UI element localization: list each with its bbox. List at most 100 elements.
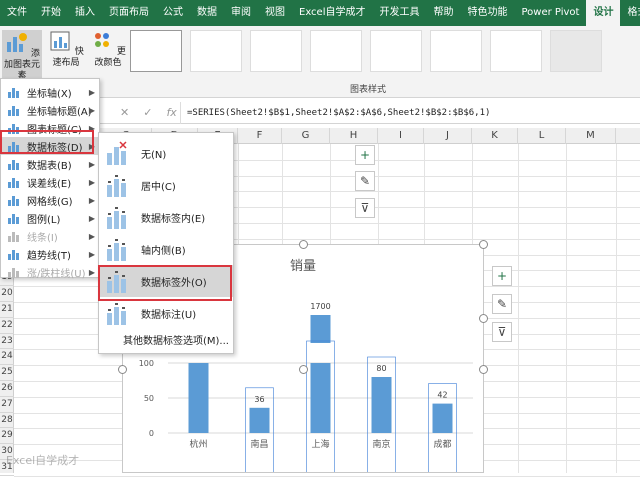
tab-1[interactable]: 开始 (34, 0, 68, 26)
column-header-M[interactable]: M (566, 128, 616, 144)
row-header-28[interactable]: 28 (0, 413, 14, 429)
more-data-label-options[interactable]: 其他数据标签选项(M)... (99, 329, 233, 349)
resize-handle[interactable] (118, 365, 127, 374)
tab-4[interactable]: 公式 (156, 0, 190, 26)
menu-item-9[interactable]: 趋势线(T) ▶ (1, 245, 101, 263)
menu-item-5[interactable]: 误差线(E) ▶ (1, 173, 101, 191)
menu-item-8[interactable]: 线条(I) ▶ (1, 227, 101, 245)
column-header-K[interactable]: K (472, 128, 518, 144)
chart-style-3[interactable] (250, 30, 302, 72)
tab-0[interactable]: 文件 (0, 0, 34, 26)
palette-icon (95, 33, 110, 47)
quick-layout-button[interactable]: 快速布局 (46, 30, 86, 69)
bar[interactable] (249, 407, 270, 433)
y-tick-label: 100 (139, 359, 154, 368)
resize-handle[interactable] (299, 365, 308, 374)
column-header-F[interactable]: F (238, 128, 282, 144)
column-header-I[interactable]: I (378, 128, 424, 144)
cancel-icon[interactable]: ✕ (120, 106, 129, 119)
data-label-option-3[interactable]: 轴内侧(B) (99, 233, 233, 265)
resize-handle[interactable] (299, 240, 308, 249)
bar[interactable] (188, 363, 209, 433)
tab-14[interactable]: 格式 (620, 0, 640, 26)
chart-elements-plus-icon[interactable]: + (492, 266, 512, 286)
tab-13[interactable]: 设计 (586, 0, 621, 26)
tab-8[interactable]: Excel自学成才 (292, 0, 373, 26)
row-header-25[interactable]: 25 (0, 365, 14, 381)
chart-style-6[interactable] (430, 30, 482, 72)
category-label: 杭州 (189, 438, 207, 450)
float-brush-icon[interactable]: ✎ (355, 171, 375, 191)
add-chart-element-button[interactable]: 添加图表元素 (2, 30, 42, 81)
formula-input[interactable]: =SERIES(Sheet2!$B$1,Sheet2!$A$2:$A$6,She… (180, 101, 490, 124)
column-gridline (566, 144, 567, 473)
chart-style-2[interactable] (190, 30, 242, 72)
resize-handle[interactable] (479, 314, 488, 323)
submenu-arrow-icon: ▶ (88, 159, 95, 169)
row-header-24[interactable]: 24 (0, 349, 14, 366)
chart-element-icon (7, 158, 21, 170)
data-label[interactable]: 36 (254, 395, 264, 404)
tab-11[interactable]: 特色功能 (461, 0, 515, 26)
tab-6[interactable]: 审阅 (224, 0, 258, 26)
data-label[interactable]: 42 (437, 391, 447, 400)
chart-style-7[interactable] (490, 30, 542, 72)
data-label[interactable]: 80 (376, 364, 386, 373)
bar[interactable] (310, 363, 331, 433)
resize-handle[interactable] (479, 240, 488, 249)
chart-style-4[interactable] (310, 30, 362, 72)
submenu-arrow-icon: ▶ (88, 87, 95, 97)
row-header-22[interactable]: 22 (0, 318, 14, 334)
confirm-icon[interactable]: ✓ (143, 106, 152, 119)
tab-12[interactable]: Power Pivot (515, 0, 587, 26)
menu-item-10[interactable]: 涨/跌柱线(U) ▶ (1, 263, 101, 281)
column-header-H[interactable]: H (330, 128, 378, 144)
fx-icon[interactable]: fx (166, 106, 176, 119)
data-label-option-icon (105, 237, 129, 261)
row-header-29[interactable]: 29 (0, 428, 14, 445)
tab-3[interactable]: 页面布局 (102, 0, 156, 26)
tab-7[interactable]: 视图 (258, 0, 292, 26)
chart-filter-icon[interactable]: ⊽ (492, 322, 512, 342)
bar[interactable] (432, 403, 453, 433)
data-label-option-1[interactable]: 居中(C) (99, 169, 233, 201)
float-filter-icon[interactable]: ⊽ (355, 198, 375, 218)
menu-item-label: 线条(I) (27, 232, 58, 244)
data-label-option-icon (105, 141, 129, 165)
menu-item-4[interactable]: 数据表(B) ▶ (1, 155, 101, 173)
menu-item-7[interactable]: 图例(L) ▶ (1, 209, 101, 227)
row-header-27[interactable]: 27 (0, 397, 14, 413)
chart-style-5[interactable] (370, 30, 422, 72)
ribbon-tabs: 文件 开始 插入 页面布局 公式 数据 审阅 视图 Excel自学成才 开发工具 帮助 特色功能 Pow… (0, 0, 640, 26)
tab-2[interactable]: 插入 (68, 0, 102, 26)
column-header-G[interactable]: G (282, 128, 330, 144)
row-header-20[interactable]: 20 (0, 286, 14, 302)
tab-5[interactable]: 数据 (190, 0, 224, 26)
data-label-option-5[interactable]: 数据标注(U) (99, 297, 233, 329)
tab-10[interactable]: 帮助 (427, 0, 461, 26)
bar-segment-top[interactable] (310, 315, 331, 343)
data-label[interactable]: 1700 (310, 302, 330, 311)
data-label-option-0[interactable]: 无(N) (99, 137, 233, 169)
float-plus-icon[interactable]: + (355, 145, 375, 165)
chart-style-8[interactable] (550, 30, 602, 72)
submenu-arrow-icon: ▶ (88, 195, 95, 205)
menu-item-label: 趋势线(T) (27, 250, 71, 262)
row-header-21[interactable]: 21 (0, 302, 14, 318)
menu-item-6[interactable]: 网格线(G) ▶ (1, 191, 101, 209)
data-label-option-2[interactable]: 数据标签内(E) (99, 201, 233, 233)
chart-element-icon (7, 176, 21, 188)
chart-styles-brush-icon[interactable]: ✎ (492, 294, 512, 314)
tab-9[interactable]: 开发工具 (373, 0, 427, 26)
submenu-arrow-icon: ▶ (88, 177, 95, 187)
column-header-J[interactable]: J (424, 128, 472, 144)
row-header-26[interactable]: 26 (0, 381, 14, 397)
menu-item-0[interactable]: 坐标轴(X) ▶ (1, 83, 101, 101)
bar[interactable] (371, 377, 392, 433)
column-header-L[interactable]: L (518, 128, 566, 144)
resize-handle[interactable] (479, 365, 488, 374)
chart-style-1[interactable] (130, 30, 182, 72)
row-header-23[interactable]: 23 (0, 334, 14, 350)
menu-item-1[interactable]: 坐标轴标题(A) ▶ (1, 101, 101, 119)
change-colors-button[interactable]: 更改颜色 (90, 30, 126, 69)
